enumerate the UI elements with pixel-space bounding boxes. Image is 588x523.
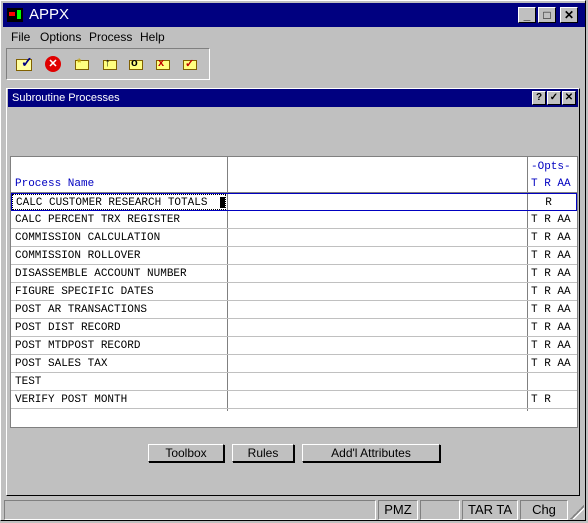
addl-attributes-button[interactable]: Add'l Attributes	[302, 444, 440, 462]
row-name: POST MTDPOST RECORD	[15, 340, 141, 352]
table-row[interactable]: POST AR TRANSACTIONS T R AA	[11, 301, 577, 319]
header-opts: -Opts-	[531, 161, 571, 173]
maximize-button[interactable]: □	[538, 7, 556, 23]
close-button[interactable]: ✕	[560, 7, 578, 23]
row-opts: R	[532, 197, 552, 209]
row-name: FIGURE SPECIFIC DATES	[15, 286, 154, 298]
ok-icon[interactable]: ✓	[15, 54, 35, 73]
row-name: VERIFY POST MONTH	[15, 394, 128, 406]
row-name: COMMISSION CALCULATION	[15, 232, 161, 244]
row-opts: T R AA	[531, 304, 571, 316]
row-opts: T R AA	[531, 286, 571, 298]
panel-title: Subroutine Processes	[12, 92, 120, 104]
window-title: APPX	[29, 6, 70, 23]
row-name: POST SALES TAX	[15, 358, 108, 370]
panel-help-button[interactable]: ?	[532, 91, 546, 105]
row-opts: T R AA	[531, 214, 571, 226]
toolbar: ✓ ✕ * ↑ o x ✓	[6, 48, 210, 80]
table-row[interactable]: DISASSEMBLE ACCOUNT NUMBER T R AA	[11, 265, 577, 283]
menu-file[interactable]: File	[11, 30, 30, 44]
toolbox-button[interactable]: Toolbox	[148, 444, 224, 462]
row-opts: T R AA	[531, 268, 571, 280]
panel-close-button[interactable]: ✕	[562, 91, 576, 105]
status-tar-ta: TAR TA	[462, 500, 518, 520]
row-opts: T R AA	[531, 232, 571, 244]
table-row[interactable]: POST SALES TAX T R AA	[11, 355, 577, 373]
table-row[interactable]: CALC PERCENT TRX REGISTER T R AA	[11, 211, 577, 229]
menu-process[interactable]: Process	[89, 30, 132, 44]
new-folder-icon[interactable]: *	[73, 55, 93, 73]
resize-grip-icon[interactable]	[570, 505, 584, 519]
table-header: Process Name -Opts- T R AA	[11, 157, 577, 193]
header-process-name: Process Name	[15, 178, 95, 190]
status-chg: Chg	[520, 500, 568, 520]
row-name: TEST	[15, 376, 42, 388]
table-row[interactable]: FIGURE SPECIFIC DATES T R AA	[11, 283, 577, 301]
row-name: CALC PERCENT TRX REGISTER	[15, 214, 181, 226]
status-blank	[420, 500, 460, 520]
text-cursor	[220, 197, 225, 208]
row-opts: T R AA	[531, 250, 571, 262]
panel-check-button[interactable]: ✓	[547, 91, 561, 105]
status-pmz: PMZ	[378, 500, 418, 520]
table-row[interactable]: POST MTDPOST RECORD T R AA	[11, 337, 577, 355]
row-name: POST DIST RECORD	[15, 322, 121, 334]
panel-title-bar: Subroutine Processes ? ✓ ✕	[8, 89, 578, 107]
row-name: COMMISSION ROLLOVER	[15, 250, 141, 262]
menu-bar: File Options Process Help	[3, 28, 585, 46]
delete-folder-icon[interactable]: x	[154, 55, 174, 73]
table-row[interactable]: POST DIST RECORD T R AA	[11, 319, 577, 337]
table-row[interactable]: TEST	[11, 373, 577, 391]
search-folder-icon[interactable]: o	[127, 55, 147, 73]
row-opts: T R	[531, 394, 551, 406]
minimize-button[interactable]: _	[518, 7, 536, 23]
row-name: CALC CUSTOMER RESEARCH TOTALS	[16, 197, 208, 209]
menu-help[interactable]: Help	[140, 30, 165, 44]
edit-folder-icon[interactable]: ✓	[181, 55, 201, 73]
table-row[interactable]: COMMISSION CALCULATION T R AA	[11, 229, 577, 247]
row-opts: T R AA	[531, 340, 571, 352]
row-opts: T R AA	[531, 358, 571, 370]
appx-logo-icon	[7, 8, 23, 22]
open-folder-icon[interactable]: ↑	[101, 55, 121, 73]
title-bar[interactable]: APPX _ □ ✕	[3, 3, 585, 27]
table-row[interactable]: COMMISSION ROLLOVER T R AA	[11, 247, 577, 265]
rules-button[interactable]: Rules	[232, 444, 294, 462]
row-name: POST AR TRANSACTIONS	[15, 304, 148, 316]
menu-options[interactable]: Options	[40, 30, 81, 44]
status-message	[4, 500, 376, 520]
table-row[interactable]: VERIFY POST MONTH T R	[11, 391, 577, 409]
table-row[interactable]: CALC CUSTOMER RESEARCH TOTALS R	[11, 193, 577, 211]
cancel-icon[interactable]: ✕	[43, 55, 63, 73]
row-name: DISASSEMBLE ACCOUNT NUMBER	[15, 268, 187, 280]
process-table: Process Name -Opts- T R AA CALC CUSTOMER…	[10, 156, 578, 428]
header-opt-labels: T R AA	[531, 178, 571, 190]
row-opts: T R AA	[531, 322, 571, 334]
